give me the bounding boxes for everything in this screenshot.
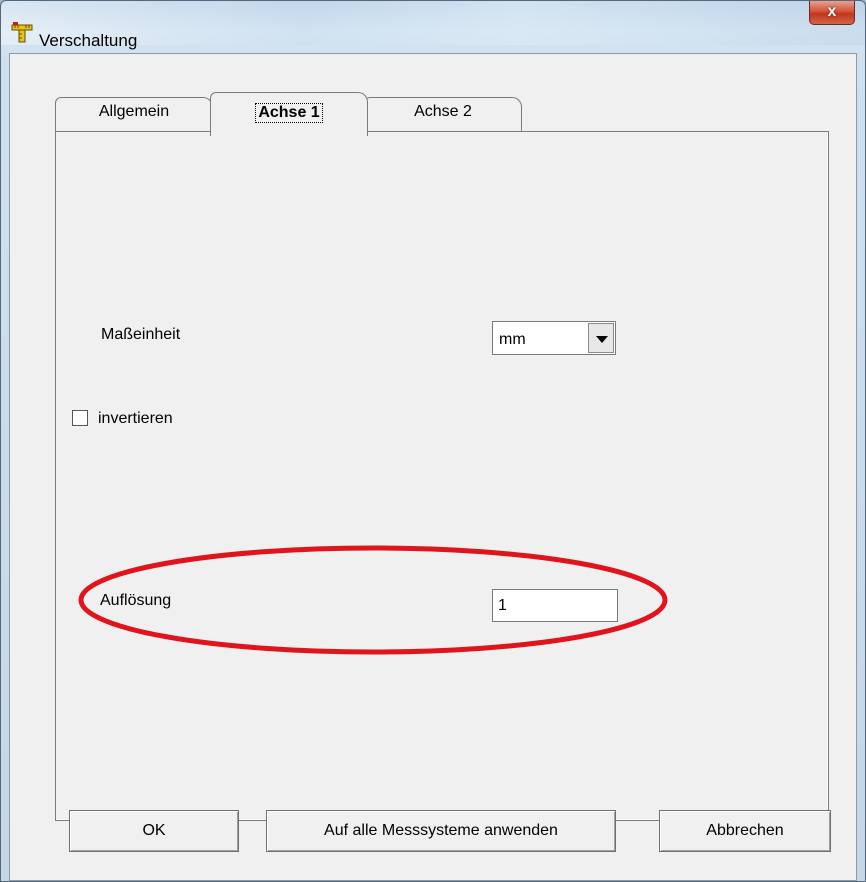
resolution-input-value: 1 bbox=[498, 597, 507, 614]
tab-label: Achse 1 bbox=[255, 103, 323, 123]
invert-label[interactable]: invertieren bbox=[98, 410, 173, 428]
window-title: Verschaltung bbox=[39, 31, 138, 50]
tab-panel bbox=[55, 131, 829, 821]
apply-all-button[interactable]: Auf alle Messsysteme anwenden bbox=[266, 810, 616, 852]
close-button[interactable]: x bbox=[809, 1, 855, 25]
close-icon: x bbox=[827, 3, 837, 20]
tab-achse-2[interactable]: Achse 2 bbox=[364, 97, 522, 131]
ruler-icon bbox=[11, 21, 33, 43]
resolution-label: Auflösung bbox=[100, 592, 172, 609]
resolution-input[interactable]: 1 bbox=[492, 589, 618, 622]
unit-dropdown-value: mm bbox=[499, 331, 526, 348]
tab-label: Allgemein bbox=[98, 103, 170, 120]
tab-label: Achse 2 bbox=[414, 103, 472, 120]
unit-dropdown[interactable]: mm bbox=[492, 321, 616, 355]
chevron-down-icon[interactable] bbox=[588, 323, 614, 353]
cancel-button[interactable]: Abbrechen bbox=[659, 810, 831, 852]
dialog-client-area: Allgemein Achse 1 Achse 2 Maßeinheit mm … bbox=[9, 53, 857, 881]
title-bar[interactable]: Verschaltung bbox=[1, 1, 865, 50]
unit-label: Maßeinheit bbox=[101, 326, 181, 343]
invert-checkbox[interactable] bbox=[72, 410, 88, 426]
ok-button[interactable]: OK bbox=[69, 810, 239, 852]
tab-allgemein[interactable]: Allgemein bbox=[55, 97, 213, 131]
tab-achse-1[interactable]: Achse 1 bbox=[210, 92, 368, 136]
dialog-window: Verschaltung x Allgemein Achse 1 Achse 2… bbox=[0, 0, 866, 882]
